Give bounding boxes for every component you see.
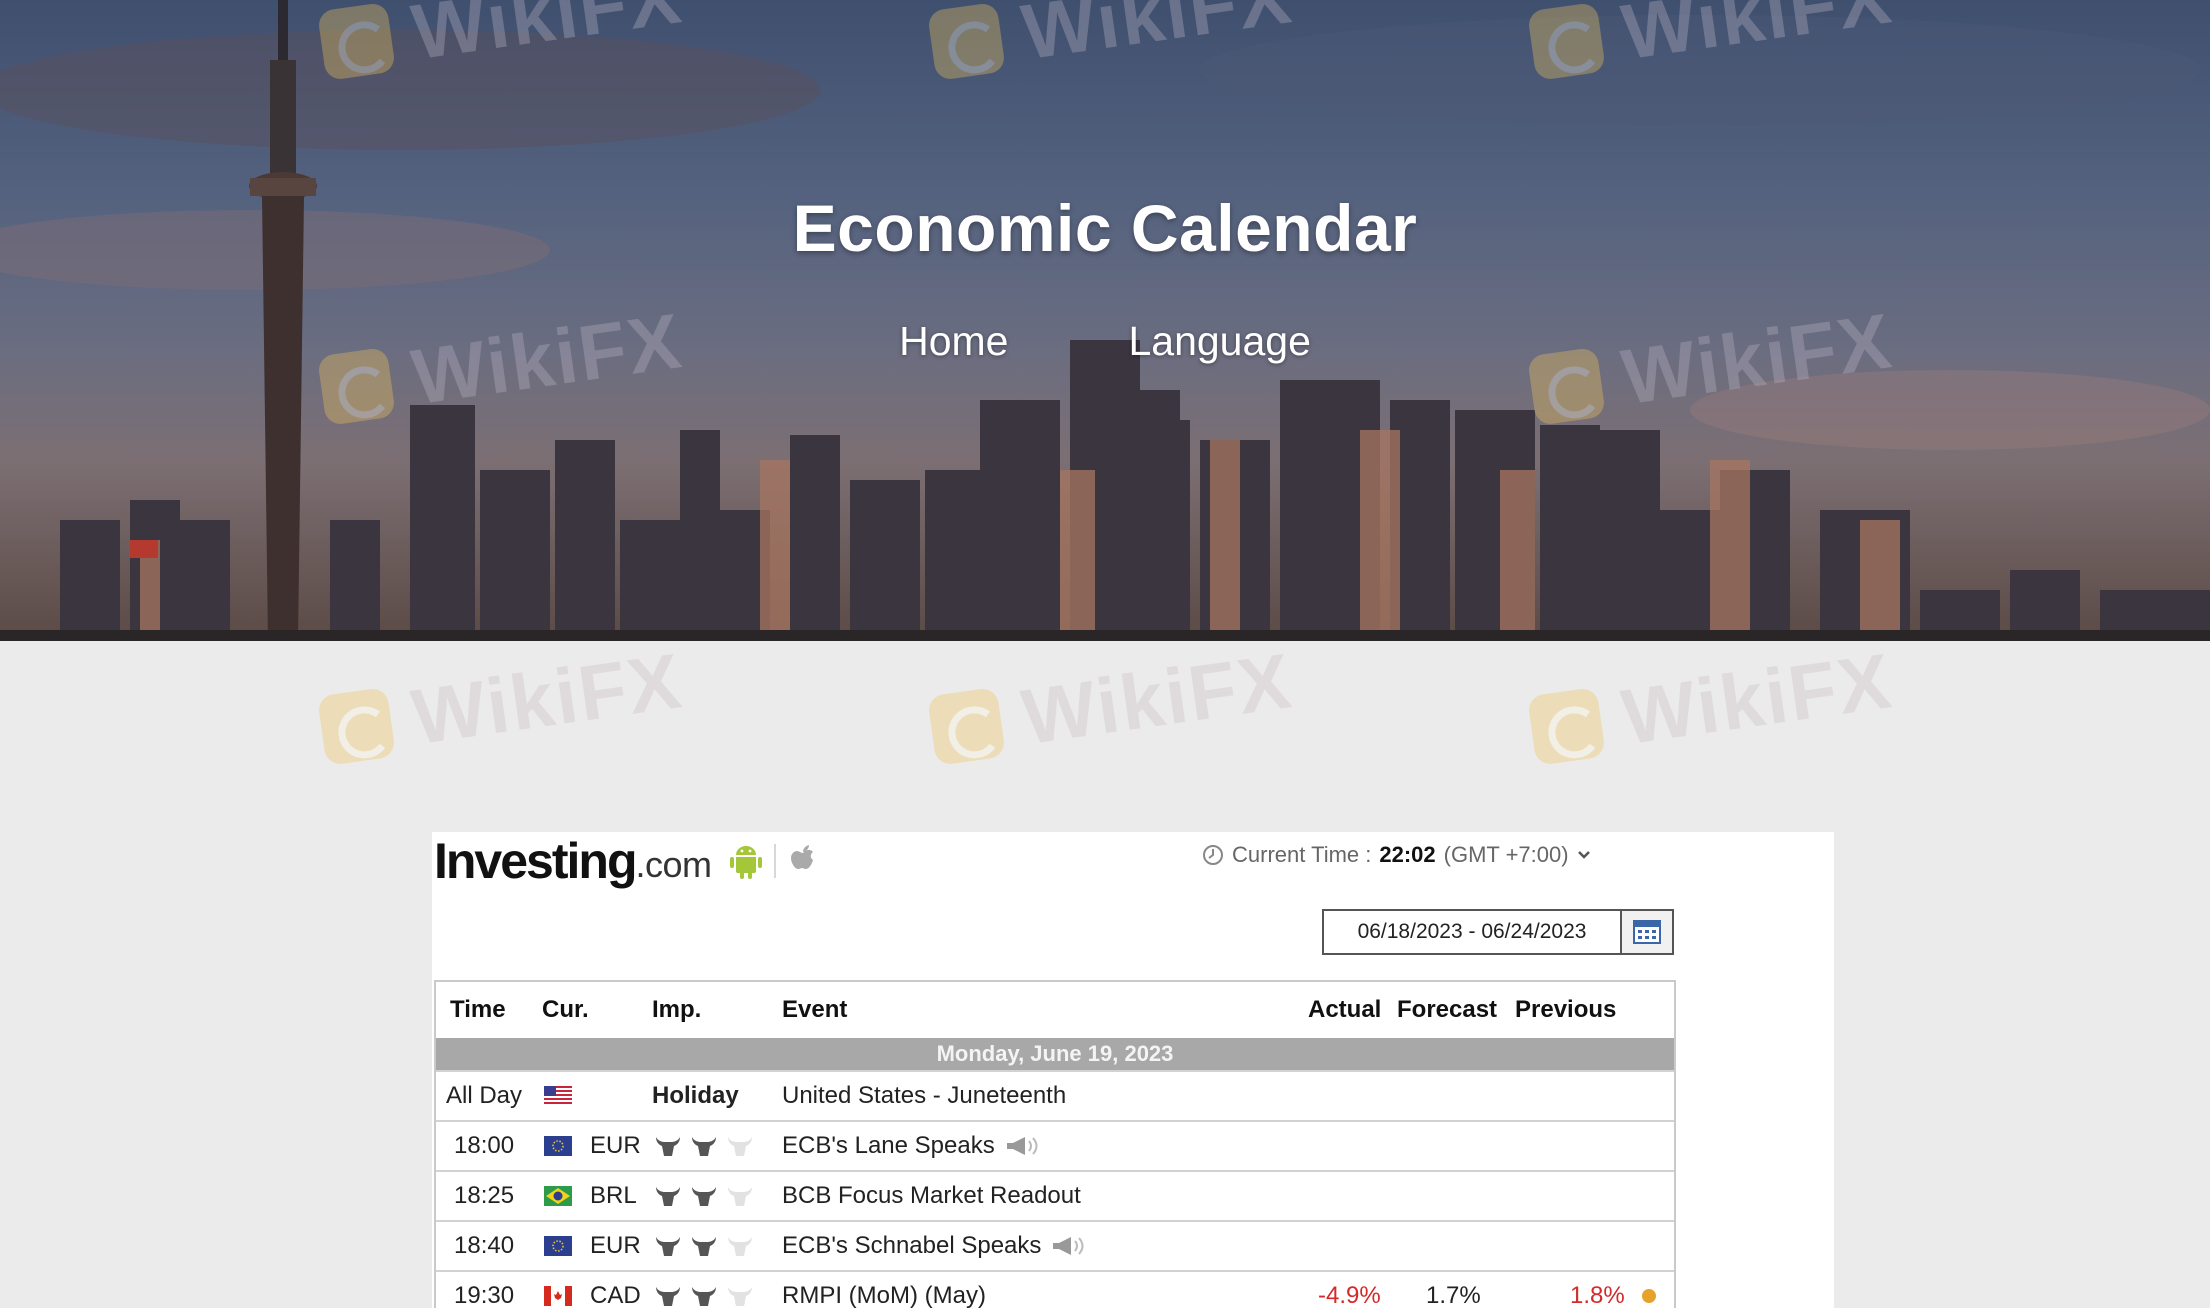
bull-icon-filled bbox=[656, 1237, 680, 1256]
row-time: 18:00 bbox=[454, 1132, 515, 1159]
row-event[interactable]: RMPI (MoM) (May) bbox=[782, 1282, 986, 1308]
row-event-label[interactable]: United States - Juneteenth bbox=[782, 1082, 1066, 1110]
day-separator: Monday, June 19, 2023 bbox=[436, 1038, 1674, 1070]
hero-banner: WikiFX WikiFX WikiFX WikiFX WikiFX Econo… bbox=[0, 0, 2210, 641]
eu-flag-icon bbox=[544, 1136, 572, 1156]
current-time-value: 22:02 bbox=[1379, 842, 1436, 867]
bull-icon-filled bbox=[656, 1287, 680, 1306]
bull-icon-filled bbox=[656, 1137, 680, 1156]
watermark: WikiFX bbox=[1525, 635, 1898, 776]
row-time: All Day bbox=[446, 1082, 523, 1109]
row-event[interactable]: BCB Focus Market Readout bbox=[782, 1182, 1081, 1210]
calendar-button[interactable] bbox=[1622, 911, 1672, 953]
bull-icon-empty bbox=[728, 1137, 752, 1156]
row-currency: EUR bbox=[590, 1132, 641, 1159]
row-time: 18:25 bbox=[454, 1182, 515, 1209]
table-row[interactable]: 18:25 BRL BCB Focus Market Readout bbox=[436, 1170, 1674, 1220]
row-event-label[interactable]: ECB's Schnabel Speaks bbox=[782, 1232, 1041, 1260]
watermark: WikiFX bbox=[315, 635, 688, 776]
importance-rating bbox=[654, 1283, 754, 1308]
chevron-down-icon[interactable] bbox=[1577, 850, 1591, 860]
nav-link-language[interactable]: Language bbox=[1128, 318, 1310, 365]
status-dot bbox=[1642, 1289, 1656, 1303]
row-importance-holiday: Holiday bbox=[652, 1082, 739, 1109]
table-row[interactable]: All Day Holiday United States - Juneteen… bbox=[436, 1070, 1674, 1120]
header-actual[interactable]: Actual bbox=[1308, 996, 1381, 1024]
investing-logo[interactable]: Investing .com bbox=[434, 832, 818, 890]
br-flag-icon bbox=[544, 1186, 572, 1206]
row-previous: 1.8% bbox=[1570, 1282, 1625, 1308]
importance-rating bbox=[654, 1183, 754, 1209]
calendar-icon bbox=[1633, 920, 1661, 944]
page-title: Economic Calendar bbox=[792, 191, 1418, 265]
brand-suffix: .com bbox=[635, 844, 712, 885]
speech-icon bbox=[1006, 1137, 1038, 1155]
speech-icon bbox=[1053, 1237, 1084, 1255]
row-currency: EUR bbox=[590, 1232, 641, 1259]
row-event-label[interactable]: BCB Focus Market Readout bbox=[782, 1182, 1081, 1210]
eu-flag-icon bbox=[544, 1236, 572, 1256]
watermark: WikiFX bbox=[925, 635, 1298, 776]
economic-calendar-widget: Investing .com Current Time : 22:02 (GMT… bbox=[432, 832, 1834, 1308]
bull-icon-empty bbox=[728, 1187, 752, 1206]
header-event[interactable]: Event bbox=[782, 996, 847, 1024]
row-event[interactable]: United States - Juneteenth bbox=[782, 1082, 1066, 1110]
timezone-label: (GMT +7:00) bbox=[1443, 842, 1569, 867]
table-row[interactable]: 18:00 EUR ECB's Lane Speaks bbox=[436, 1120, 1674, 1170]
nav-link-home[interactable]: Home bbox=[899, 318, 1008, 365]
current-time[interactable]: Current Time : 22:02 (GMT +7:00) bbox=[1202, 842, 1591, 868]
header-forecast[interactable]: Forecast bbox=[1397, 996, 1497, 1024]
brand-name: Investing bbox=[434, 833, 637, 889]
us-flag-icon bbox=[544, 1086, 572, 1106]
clock-icon bbox=[1203, 845, 1223, 865]
table-row[interactable]: 19:30 CAD RMPI (MoM) (May) -4.9% 1.7% 1.… bbox=[436, 1270, 1674, 1308]
date-range-input[interactable]: 06/18/2023 - 06/24/2023 bbox=[1324, 911, 1622, 953]
bull-icon-empty bbox=[728, 1237, 752, 1256]
header-time[interactable]: Time bbox=[450, 996, 506, 1024]
bull-icon-filled bbox=[692, 1287, 716, 1306]
bull-icon-filled bbox=[692, 1137, 716, 1156]
apple-icon[interactable] bbox=[788, 844, 818, 878]
row-forecast: 1.7% bbox=[1426, 1282, 1481, 1308]
importance-rating bbox=[654, 1233, 754, 1259]
calendar-table: Time Cur. Imp. Event Actual Forecast Pre… bbox=[434, 980, 1676, 1308]
row-currency: BRL bbox=[590, 1182, 637, 1209]
bull-icon-empty bbox=[728, 1287, 752, 1306]
row-event-label[interactable]: RMPI (MoM) (May) bbox=[782, 1282, 986, 1308]
separator bbox=[773, 844, 776, 878]
bull-icon-filled bbox=[656, 1187, 680, 1206]
row-time: 19:30 bbox=[454, 1282, 515, 1308]
row-time: 18:40 bbox=[454, 1232, 515, 1259]
bull-icon-filled bbox=[692, 1237, 716, 1256]
ca-flag-icon bbox=[544, 1286, 572, 1306]
header-importance[interactable]: Imp. bbox=[652, 996, 701, 1024]
date-range-picker[interactable]: 06/18/2023 - 06/24/2023 bbox=[1322, 909, 1674, 955]
row-event-label[interactable]: ECB's Lane Speaks bbox=[782, 1132, 995, 1160]
header-previous[interactable]: Previous bbox=[1515, 996, 1616, 1024]
importance-rating bbox=[654, 1133, 754, 1159]
bull-icon-filled bbox=[692, 1187, 716, 1206]
table-row[interactable]: 18:40 EUR ECB's Schnabel Speaks bbox=[436, 1220, 1674, 1270]
android-icon[interactable] bbox=[729, 843, 762, 879]
row-event[interactable]: ECB's Lane Speaks bbox=[782, 1132, 1041, 1160]
row-actual: -4.9% bbox=[1318, 1282, 1381, 1308]
row-event[interactable]: ECB's Schnabel Speaks bbox=[782, 1232, 1087, 1260]
header-currency[interactable]: Cur. bbox=[542, 996, 589, 1024]
table-header: Time Cur. Imp. Event Actual Forecast Pre… bbox=[436, 982, 1674, 1038]
row-currency: CAD bbox=[590, 1282, 641, 1308]
current-time-label: Current Time : bbox=[1232, 842, 1372, 867]
hero-nav: Home Language bbox=[0, 318, 2210, 365]
